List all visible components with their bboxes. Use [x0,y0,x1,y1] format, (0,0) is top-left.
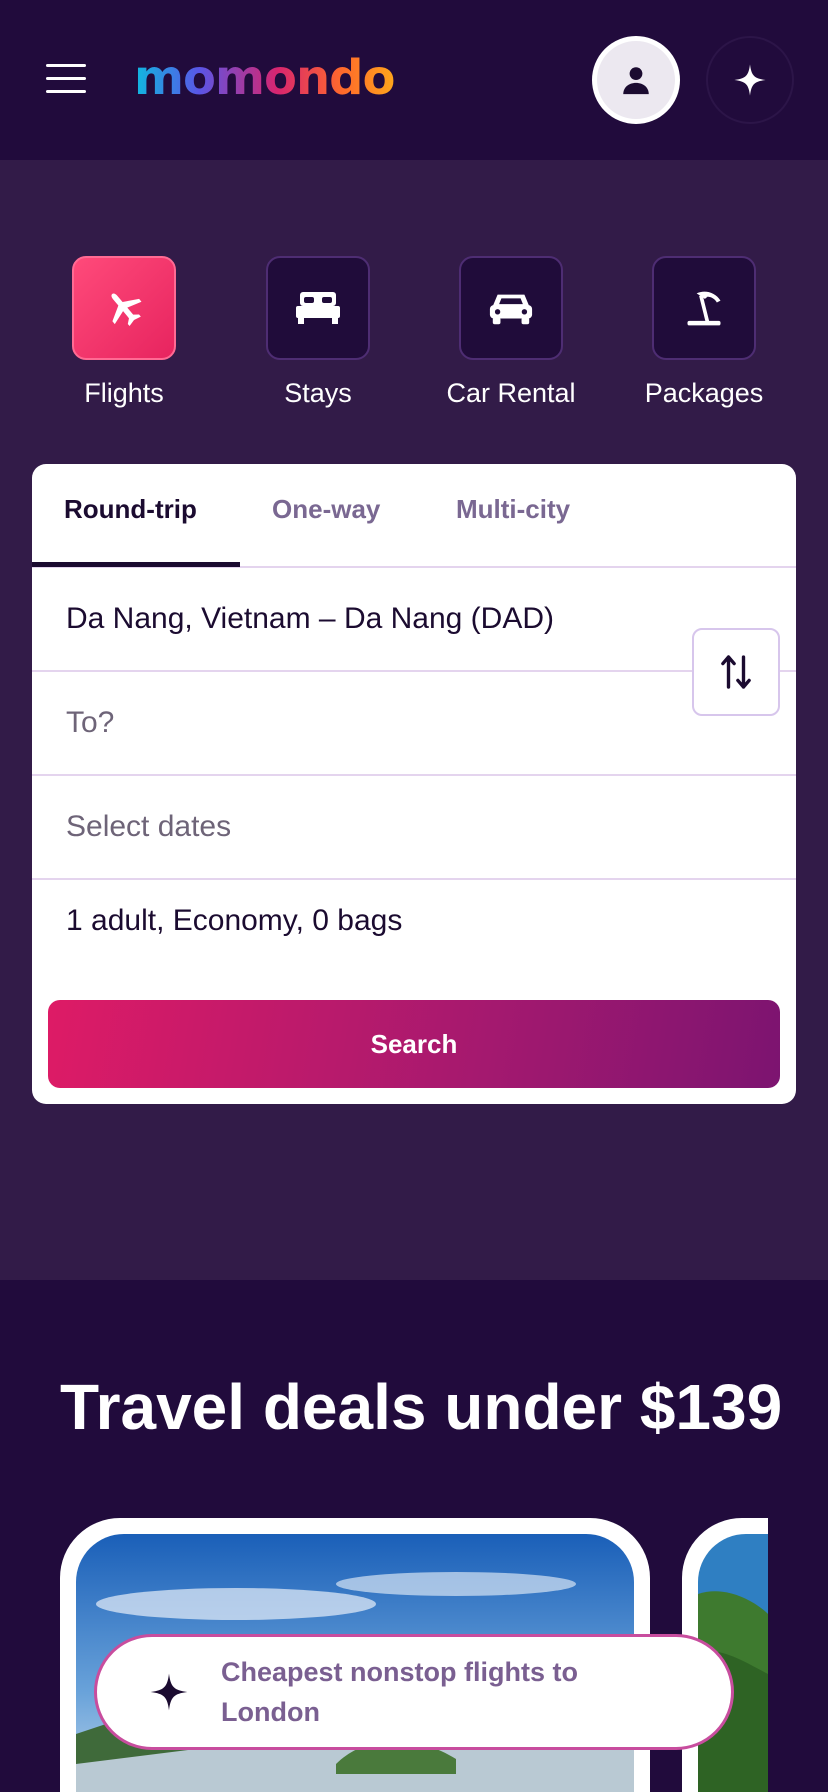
hamburger-menu-icon[interactable] [46,64,86,96]
search-hero: Flights Stays Car Rental Packages Round-… [0,160,828,1280]
packages-tile [652,256,756,360]
chip-label: Cheapest nonstop flights to London [221,1657,578,1727]
search-button[interactable]: Search [48,1000,780,1088]
vertical-tab-flights[interactable]: Flights [49,256,199,409]
origin-field[interactable]: Da Nang, Vietnam – Da Nang (DAD) [32,568,796,672]
swap-vertical-icon [721,655,751,689]
vertical-tab-label: Car Rental [446,378,576,408]
ai-assistant-button[interactable] [706,36,794,124]
stays-tile [266,256,370,360]
swap-locations-button[interactable] [692,628,780,716]
vertical-tab-car-rental[interactable]: Car Rental [436,256,586,409]
destination-field[interactable]: To? [32,672,796,776]
vertical-tab-stays[interactable]: Stays [243,256,393,409]
travelers-selector[interactable]: 1 adult, Economy, 0 bags [66,904,402,938]
tab-one-way[interactable]: One-way [272,494,380,525]
car-icon [489,294,533,325]
tab-multi-city[interactable]: Multi-city [456,494,570,525]
person-icon [623,67,649,95]
vertical-tab-packages[interactable]: Packages [629,256,779,409]
ai-suggestion-chip[interactable]: Cheapest nonstop flights to London [94,1634,734,1750]
beach-umbrella-icon [687,291,721,326]
flight-search-form: Round-trip One-way Multi-city Da Nang, V… [32,464,796,1104]
vertical-tab-label: Flights [84,378,164,408]
vertical-tab-label: Packages [644,378,764,408]
destination-placeholder: To? [66,706,115,739]
dates-placeholder: Select dates [66,810,232,843]
dates-field[interactable]: Select dates [32,776,796,880]
top-header: momondo [0,0,828,160]
tab-round-trip[interactable]: Round-trip [64,494,197,525]
flights-tile [72,256,176,360]
sparkle-icon [734,64,766,96]
trip-type-tabs: Round-trip One-way Multi-city [32,464,796,568]
deals-heading: Travel deals under $139 [60,1371,783,1443]
account-button[interactable] [592,36,680,124]
bed-icon [296,292,340,324]
origin-value: Da Nang, Vietnam – Da Nang (DAD) [66,602,554,635]
active-tab-indicator [32,562,240,567]
sparkle-icon [150,1673,188,1711]
brand-logo[interactable]: momondo [134,48,395,108]
airplane-icon [111,293,142,327]
vertical-tab-label: Stays [284,378,352,408]
car-rental-tile [459,256,563,360]
